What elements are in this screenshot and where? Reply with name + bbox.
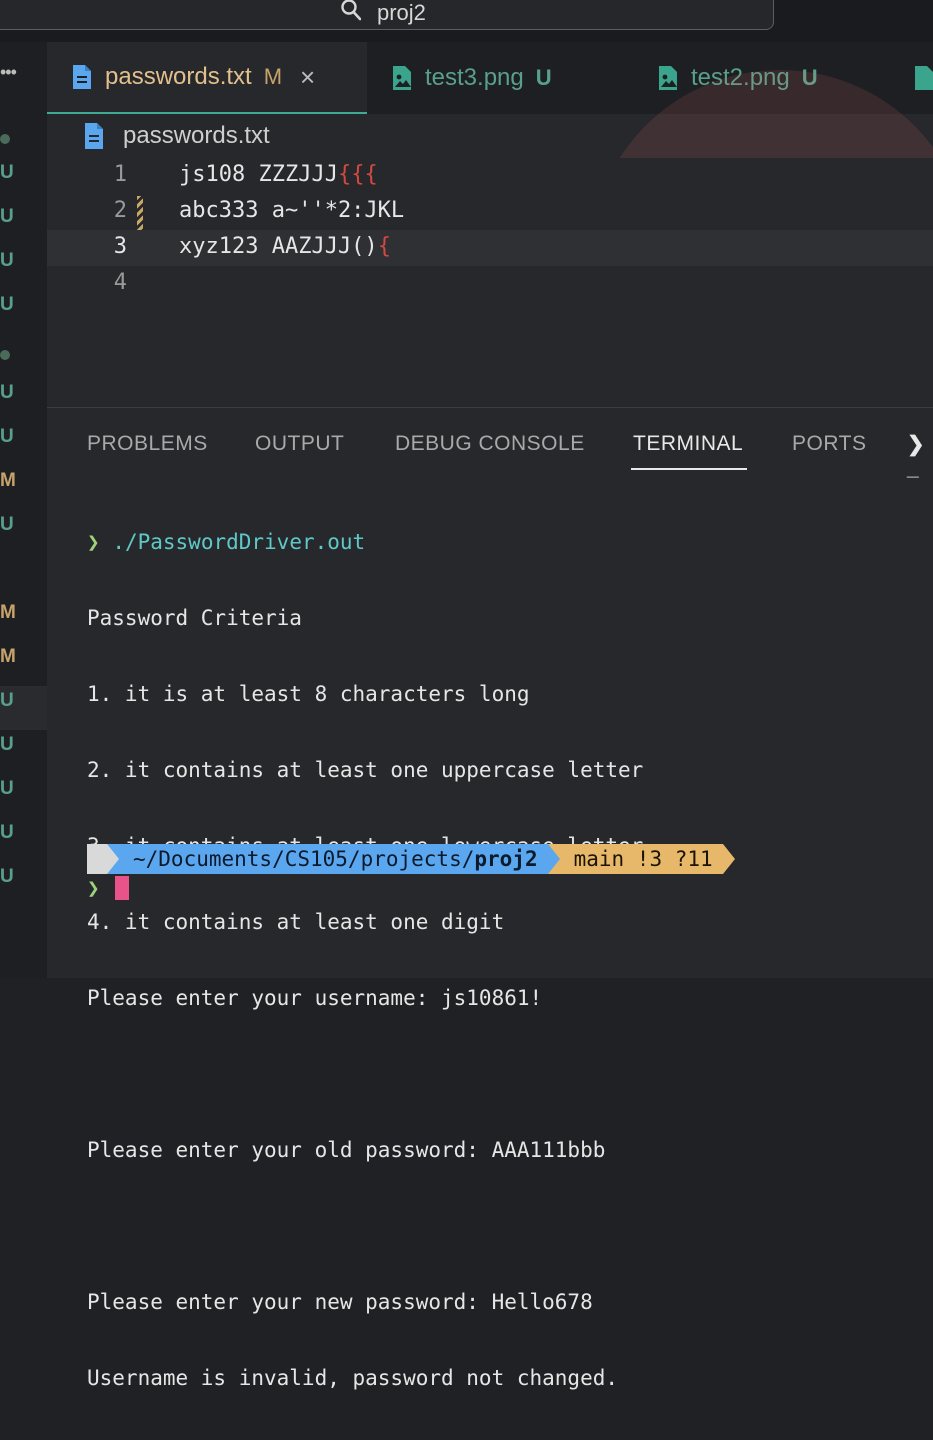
tab-output[interactable]: OUTPUT bbox=[255, 432, 344, 456]
image-file-icon bbox=[393, 66, 411, 90]
untracked-badge: U bbox=[0, 822, 14, 843]
editor-line: 4 bbox=[47, 266, 933, 302]
editor-line: 2 abc333 a~''*2:JKL bbox=[47, 194, 933, 230]
powerline-separator bbox=[547, 844, 560, 874]
line-bracket: {{{ bbox=[337, 162, 378, 187]
untracked-badge: U bbox=[0, 426, 14, 447]
more-icon[interactable]: ••• bbox=[0, 62, 17, 83]
close-icon[interactable]: × bbox=[300, 62, 315, 93]
file-text-icon bbox=[85, 123, 103, 149]
untracked-badge: U bbox=[0, 734, 14, 755]
terminal-line: 4. it contains at least one digit bbox=[87, 910, 505, 934]
line-text: xyz123 AAZJJJ(){ bbox=[179, 234, 391, 259]
modified-line-indicator bbox=[137, 196, 143, 230]
path-current: proj2 bbox=[474, 847, 538, 871]
bottom-panel: PROBLEMS OUTPUT DEBUG CONSOLE TERMINAL P… bbox=[47, 408, 933, 1390]
line-text: js108 ZZZJJJ{{{ bbox=[179, 162, 378, 187]
os-icon bbox=[87, 844, 107, 874]
powerline-separator bbox=[107, 844, 119, 874]
tab-terminal[interactable]: TERMINAL bbox=[633, 432, 743, 456]
untracked-badge: U bbox=[0, 690, 14, 711]
terminal-command-line: ❯ ./PasswordDriver.out bbox=[87, 528, 643, 556]
powerline-git: main !3 ?11 bbox=[559, 844, 723, 874]
line-number: 2 bbox=[113, 198, 127, 223]
explorer-gutter: ••• U U U U U U M U M M U U U U U bbox=[0, 42, 47, 978]
untracked-badge: U bbox=[0, 866, 14, 887]
tab-debug-console[interactable]: DEBUG CONSOLE bbox=[395, 432, 585, 456]
terminal-line: Please enter your new password: Hello678 bbox=[87, 1290, 593, 1314]
untracked-badge: U bbox=[0, 778, 14, 799]
untracked-badge: U bbox=[0, 250, 14, 271]
powerline-prompt: ~/Documents/CS105/projects/proj2 main !3… bbox=[87, 844, 735, 874]
modified-badge: M bbox=[0, 646, 16, 667]
terminal-line: Password Criteria bbox=[87, 606, 302, 630]
git-status-dot bbox=[0, 134, 10, 144]
terminal-line: 1. it is at least 8 characters long bbox=[87, 682, 530, 706]
prompt-icon: ❯ bbox=[87, 530, 100, 554]
search-text: proj2 bbox=[377, 0, 426, 25]
tab-label: passwords.txt bbox=[105, 63, 252, 90]
untracked-badge: U bbox=[0, 206, 14, 227]
terminal-line: Please enter your username: js10861! bbox=[87, 986, 543, 1010]
terminal-line: Please enter your old password: AAA111bb… bbox=[87, 1138, 606, 1162]
terminal-overflow-icon[interactable]: ❯_ bbox=[907, 432, 933, 481]
line-content: js108 ZZZJJJ bbox=[179, 162, 338, 187]
line-number: 3 bbox=[113, 234, 127, 259]
editor-line-current: 3 xyz123 AAZJJJ(){ bbox=[47, 230, 933, 266]
path-prefix: ~/Documents/CS105/projects/ bbox=[133, 847, 475, 871]
line-content: abc333 a~''*2:JKL bbox=[179, 198, 405, 223]
breadcrumb-file[interactable]: passwords.txt bbox=[123, 122, 270, 150]
search-icon bbox=[341, 0, 361, 21]
untracked-badge: U bbox=[0, 514, 14, 535]
tab-label: test3.png bbox=[425, 64, 524, 91]
terminal-line: 2. it contains at least one uppercase le… bbox=[87, 758, 644, 782]
command-center-search[interactable]: proj2 bbox=[0, 0, 774, 30]
terminal-line: Username is invalid, password not change… bbox=[87, 1366, 619, 1390]
line-text: abc333 a~''*2:JKL bbox=[179, 198, 404, 223]
line-number: 4 bbox=[113, 270, 127, 295]
git-status-dot bbox=[0, 350, 10, 360]
modified-badge: M bbox=[0, 602, 16, 623]
title-bar: proj2 bbox=[0, 0, 933, 42]
modified-badge: M bbox=[0, 470, 16, 491]
tab-test3-png[interactable]: test3.png U bbox=[391, 42, 552, 114]
untracked-badge: U bbox=[0, 294, 14, 315]
tab-passwords-txt[interactable]: passwords.txt M × bbox=[47, 42, 367, 114]
terminal-output[interactable]: ❯ ./PasswordDriver.out Password Criteria… bbox=[87, 480, 643, 1440]
editor-line: 1 js108 ZZZJJJ{{{ bbox=[47, 158, 933, 194]
file-text-icon bbox=[73, 65, 91, 89]
terminal-command: ./PasswordDriver.out bbox=[112, 530, 366, 554]
tab-ports[interactable]: PORTS bbox=[792, 432, 866, 456]
powerline-separator bbox=[722, 844, 735, 874]
tab-problems[interactable]: PROBLEMS bbox=[87, 432, 208, 456]
powerline-path: ~/Documents/CS105/projects/proj2 bbox=[119, 844, 548, 874]
line-number: 1 bbox=[113, 162, 127, 187]
line-content: xyz123 AAZJJJ() bbox=[179, 234, 378, 259]
modified-badge: M bbox=[263, 64, 283, 89]
code-editor[interactable]: 1 js108 ZZZJJJ{{{ 2 abc333 a~''*2:JKL 3 … bbox=[47, 158, 933, 407]
prompt-icon: ❯ bbox=[87, 876, 100, 900]
untracked-badge: U bbox=[0, 382, 14, 403]
untracked-badge: U bbox=[535, 65, 552, 90]
untracked-badge: U bbox=[0, 162, 14, 183]
line-bracket: { bbox=[377, 234, 391, 259]
terminal-cursor bbox=[115, 876, 129, 900]
active-tab-indicator bbox=[631, 468, 747, 470]
